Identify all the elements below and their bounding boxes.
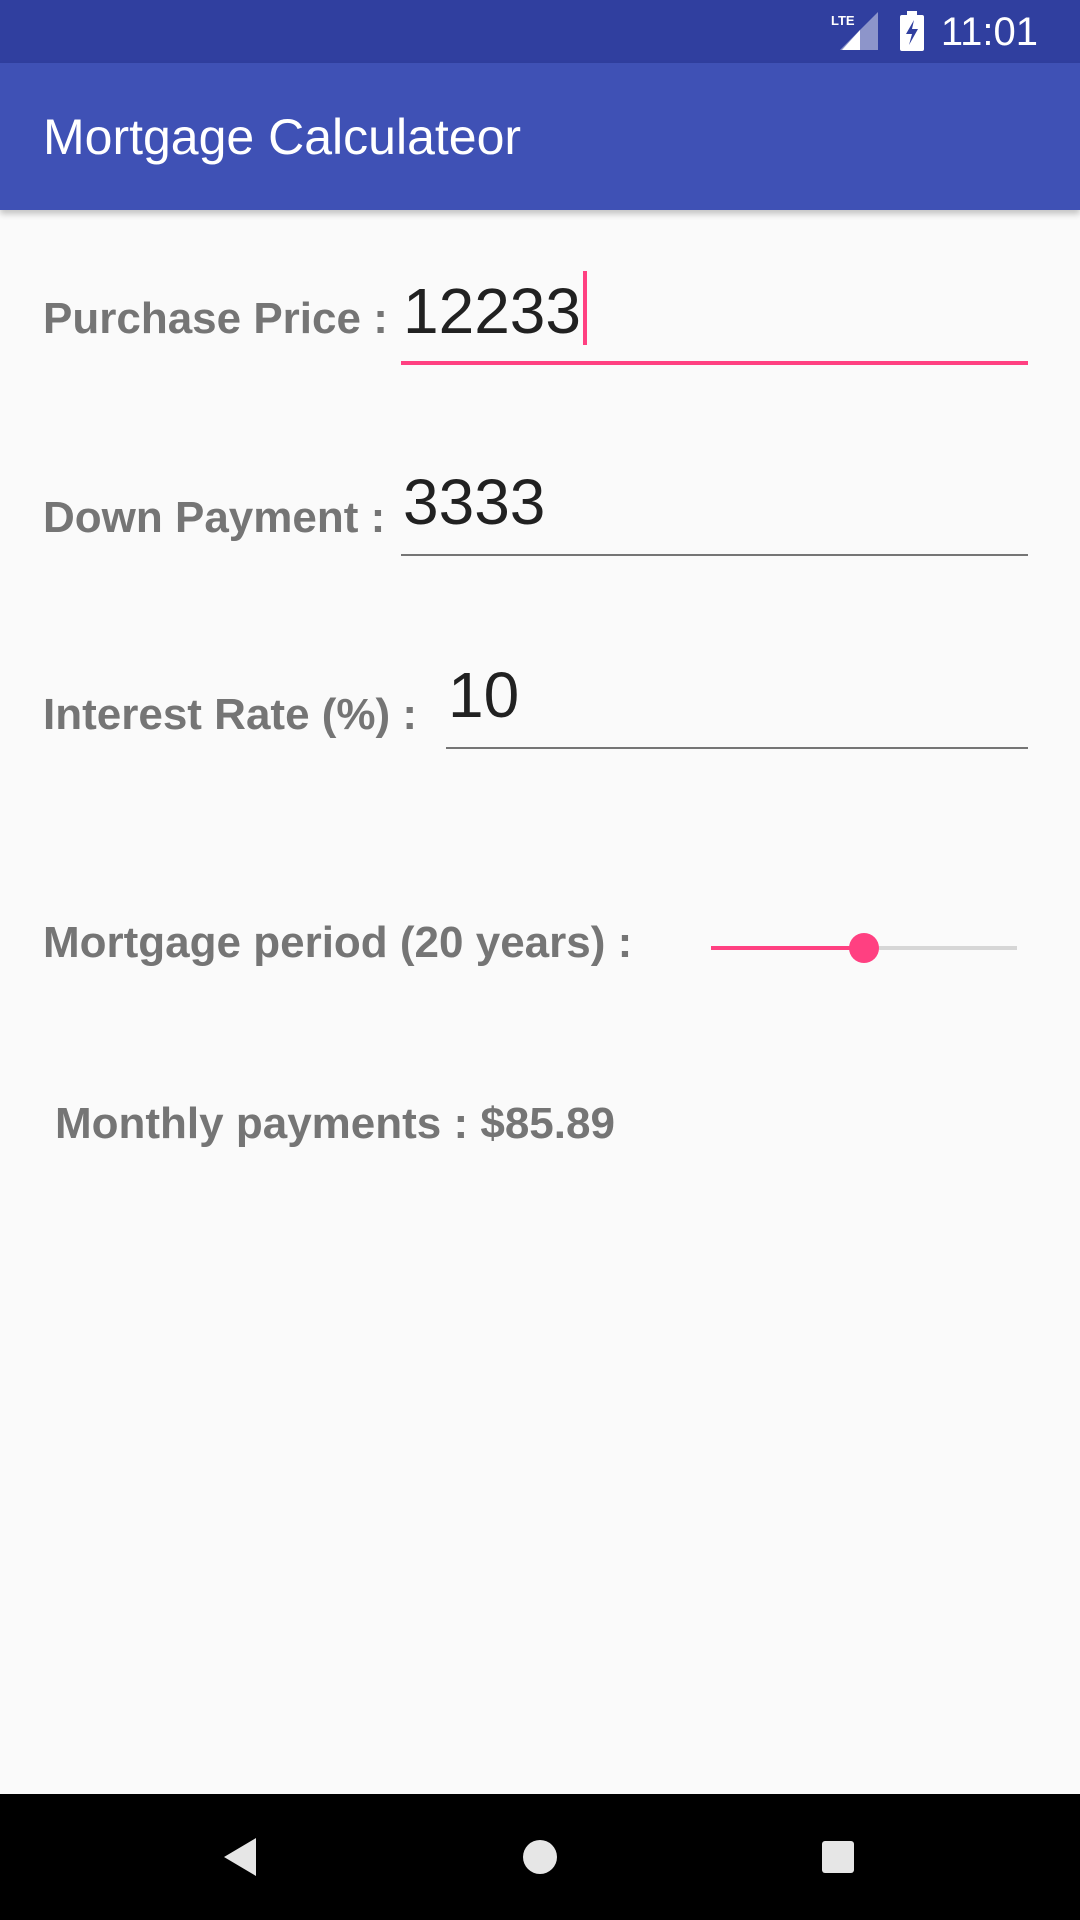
down-payment-underline bbox=[401, 554, 1028, 556]
status-time: 11:01 bbox=[940, 10, 1038, 54]
interest-rate-value: 10 bbox=[448, 659, 520, 731]
battery-charging-icon bbox=[900, 11, 924, 51]
purchase-price-underline bbox=[401, 361, 1028, 365]
down-payment-label: Down Payment : bbox=[43, 493, 386, 542]
down-payment-input[interactable]: 3333 bbox=[401, 466, 1028, 556]
interest-rate-input[interactable]: 10 bbox=[446, 659, 1028, 749]
text-cursor bbox=[582, 271, 587, 345]
interest-rate-underline bbox=[446, 747, 1028, 749]
back-icon[interactable] bbox=[178, 1794, 304, 1920]
interest-rate-label: Interest Rate (%) : bbox=[43, 690, 418, 739]
app-bar: Mortgage Calculateor bbox=[0, 63, 1080, 210]
purchase-price-value: 12233 bbox=[403, 275, 581, 347]
status-bar: LTE 11:01 bbox=[0, 0, 1080, 63]
home-icon[interactable] bbox=[477, 1794, 603, 1920]
slider-fill bbox=[711, 946, 864, 950]
purchase-price-label: Purchase Price : bbox=[43, 294, 388, 343]
mortgage-period-slider[interactable] bbox=[711, 920, 1017, 976]
slider-thumb[interactable] bbox=[849, 933, 879, 963]
monthly-payment-text: Monthly payments : $85.89 bbox=[55, 1099, 615, 1148]
down-payment-value: 3333 bbox=[403, 466, 546, 538]
recents-icon[interactable] bbox=[775, 1794, 901, 1920]
app-title: Mortgage Calculateor bbox=[43, 109, 522, 165]
lte-signal-icon: LTE bbox=[831, 12, 878, 50]
purchase-price-input[interactable]: 12233 bbox=[401, 271, 1028, 365]
network-label: LTE bbox=[831, 13, 855, 28]
mortgage-period-label: Mortgage period (20 years) : bbox=[43, 918, 633, 967]
navigation-bar bbox=[0, 1794, 1080, 1920]
